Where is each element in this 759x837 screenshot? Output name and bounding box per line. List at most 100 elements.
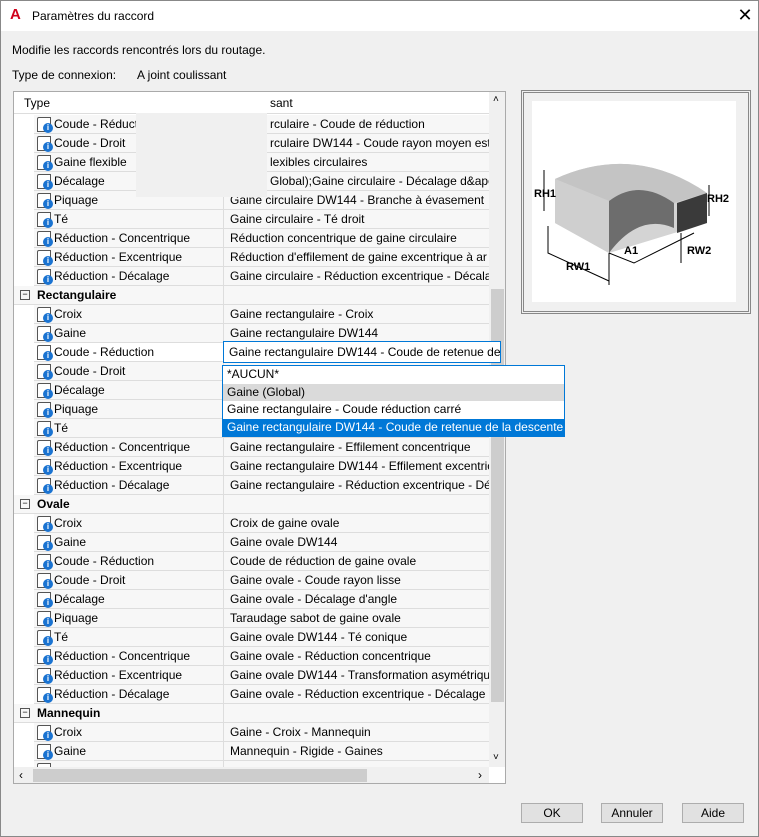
value-cell[interactable]: Gaine rectangulaire - Croix xyxy=(224,305,489,324)
collapse-icon[interactable]: − xyxy=(20,290,30,300)
type-label: Coude - Droit xyxy=(54,573,126,587)
fitting-info-icon: i xyxy=(37,725,53,741)
table-row[interactable]: i Réduction - Décalage Gaine circulaire - … xyxy=(14,267,489,286)
label-rh2: RH2 xyxy=(707,193,730,205)
scroll-up-icon[interactable]: ˄ xyxy=(493,94,499,105)
type-label: Réduction - Concentrique xyxy=(54,231,191,245)
label-rw1: RW1 xyxy=(566,261,591,273)
table-row[interactable]: i Décalage Gaine ovale - Décalage d'angle xyxy=(14,590,489,609)
horizontal-scroll-thumb[interactable] xyxy=(33,769,367,782)
dropdown-option-selected[interactable]: Gaine rectangulaire DW144 - Coude de ret… xyxy=(223,418,564,436)
group-cell: − Ovale xyxy=(14,495,224,514)
value-cell[interactable]: Gaine rectangulaire - Réduction excentri… xyxy=(224,476,489,495)
column-header-type[interactable]: Type xyxy=(24,96,50,110)
value-cell[interactable]: Gaine ovale DW144 - Transformation asymé… xyxy=(224,666,489,685)
table-row[interactable]: i Croix Gaine - Croix - Mannequin xyxy=(14,723,489,742)
fitting-info-icon: i xyxy=(37,592,53,608)
close-icon[interactable]: ✕ xyxy=(735,5,755,26)
table-row[interactable]: i Réduction - Concentrique Gaine rectangul… xyxy=(14,438,489,457)
fitting-info-icon: i xyxy=(37,630,53,646)
value-cell[interactable]: Gaine circulaire - Té droit xyxy=(224,210,489,229)
fitting-info-icon: i xyxy=(37,459,53,475)
table-row[interactable]: i Gaine Mannequin - Rigide - Gaines xyxy=(14,742,489,761)
scroll-left-icon[interactable]: ‹ xyxy=(19,768,23,782)
group-row[interactable]: − Ovale xyxy=(14,495,489,514)
type-cell: i Coude - Réduction xyxy=(34,343,224,362)
type-label: Coude - Droit xyxy=(54,136,126,150)
table-row[interactable]: i Té Gaine ovale DW144 - Té conique xyxy=(14,628,489,647)
value-cell[interactable]: Gaine ovale - Coude rayon lisse xyxy=(224,571,489,590)
value-cell[interactable]: Gaine rectangulaire - Effilement concent… xyxy=(224,438,489,457)
fitting-info-icon: i xyxy=(37,231,53,247)
ok-button[interactable]: OK xyxy=(521,803,583,823)
fitting-info-icon: i xyxy=(37,668,53,684)
value-cell[interactable]: Réduction d'effilement de gaine excentri… xyxy=(224,248,489,267)
dropdown-option[interactable]: Gaine rectangulaire - Coude réduction ca… xyxy=(223,401,564,419)
label-rh1: RH1 xyxy=(534,188,557,200)
fitting-info-icon: i xyxy=(37,193,53,209)
description: Modifie les raccords rencontrés lors du … xyxy=(12,43,266,57)
horizontal-scrollbar[interactable]: ‹ › xyxy=(14,767,489,783)
title-bar: A Paramètres du raccord ✕ xyxy=(1,1,758,31)
table-row[interactable]: i Croix Gaine rectangulaire - Croix xyxy=(14,305,489,324)
table-row[interactable]: i Réduction - Excentrique Gaine ovale DW14… xyxy=(14,666,489,685)
value-cell[interactable]: Gaine ovale DW144 - Té conique xyxy=(224,628,489,647)
value-cell[interactable]: Taraudage sabot de gaine ovale xyxy=(224,609,489,628)
value-cell[interactable]: Gaine ovale DW144 xyxy=(224,533,489,552)
table-header: Type sant xyxy=(14,92,489,114)
table-row[interactable]: i Piquage Taraudage sabot de gaine ovale xyxy=(14,609,489,628)
value-cell[interactable]: Gaine rectangulaire DW144 - Effilement e… xyxy=(224,457,489,476)
dropdown-option[interactable]: Gaine (Global) xyxy=(223,383,564,401)
part-combobox[interactable]: Gaine rectangulaire DW144 - Coude de ret… xyxy=(223,341,501,363)
table-row[interactable]: i Coude - Droit Gaine ovale - Coude rayon … xyxy=(14,571,489,590)
group-row[interactable]: − Rectangulaire xyxy=(14,286,489,305)
fitting-info-icon: i xyxy=(37,136,53,152)
type-label: Réduction - Concentrique xyxy=(54,440,191,454)
value-cell[interactable]: Mannequin - Rigide - Gaines xyxy=(224,742,489,761)
type-cell: i Décalage xyxy=(34,590,224,609)
column-header-part[interactable]: sant xyxy=(270,96,293,110)
value-cell[interactable]: Gaine circulaire - Réduction excentrique… xyxy=(224,267,489,286)
value-cell[interactable]: Gaine ovale - Réduction concentrique xyxy=(224,647,489,666)
type-cell: i Croix xyxy=(34,723,224,742)
value-cell[interactable]: Croix de gaine ovale xyxy=(224,514,489,533)
fitting-info-icon: i xyxy=(37,383,53,399)
type-label: Coude - Réduction xyxy=(54,554,155,568)
table-row[interactable]: i Croix Croix de gaine ovale xyxy=(14,514,489,533)
help-button[interactable]: Aide xyxy=(682,803,744,823)
fitting-info-icon: i xyxy=(37,573,53,589)
value-cell[interactable]: Gaine ovale - Décalage d'angle xyxy=(224,590,489,609)
table-row[interactable]: i Réduction - Décalage Gaine ovale - Réduc… xyxy=(14,685,489,704)
table-row[interactable]: i Réduction - Concentrique Gaine ovale - R… xyxy=(14,647,489,666)
table-row[interactable]: i Réduction - Concentrique Réduction conce… xyxy=(14,229,489,248)
fittings-table[interactable]: Type sant i Coude - Réduct rculaire - Coud… xyxy=(13,91,506,784)
table-row[interactable]: i Coude - Réduction Coude de réduction de … xyxy=(14,552,489,571)
collapse-icon[interactable]: − xyxy=(20,708,30,718)
table-row[interactable]: i Té Gaine circulaire - Té droit xyxy=(14,210,489,229)
type-label: Té xyxy=(54,212,69,226)
fitting-info-icon: i xyxy=(37,250,53,266)
connection-type-value: A joint coulissant xyxy=(137,68,227,82)
fitting-info-icon: i xyxy=(37,611,53,627)
table-row[interactable]: i Réduction - Excentrique Gaine rectangula… xyxy=(14,457,489,476)
value-cell[interactable]: Gaine ovale - Réduction excentrique - Dé… xyxy=(224,685,489,704)
group-row[interactable]: − Mannequin xyxy=(14,704,489,723)
collapse-icon[interactable]: − xyxy=(20,499,30,509)
tooltip-overlay xyxy=(136,113,267,197)
type-cell: i Réduction - Excentrique xyxy=(34,457,224,476)
table-row[interactable]: i Gaine Gaine ovale DW144 xyxy=(14,533,489,552)
table-row[interactable]: i Réduction - Excentrique Réduction d'effi… xyxy=(14,248,489,267)
value-cell[interactable]: Coude de réduction de gaine ovale xyxy=(224,552,489,571)
dropdown-option[interactable]: *AUCUN* xyxy=(223,366,564,384)
value-cell[interactable]: Réduction concentrique de gaine circulai… xyxy=(224,229,489,248)
scroll-right-icon[interactable]: › xyxy=(478,768,482,782)
type-cell: i Té xyxy=(34,210,224,229)
value-cell[interactable]: Gaine - Croix - Mannequin xyxy=(224,723,489,742)
type-label: Réduction - Excentrique xyxy=(54,668,183,682)
table-row[interactable]: i Réduction - Décalage Gaine rectangulaire… xyxy=(14,476,489,495)
scroll-down-icon[interactable]: ˅ xyxy=(493,752,499,763)
type-cell: i Réduction - Décalage xyxy=(34,267,224,286)
part-dropdown-list[interactable]: *AUCUN* Gaine (Global) Gaine rectangulai… xyxy=(222,365,565,437)
fitting-info-icon: i xyxy=(37,440,53,456)
cancel-button[interactable]: Annuler xyxy=(601,803,663,823)
